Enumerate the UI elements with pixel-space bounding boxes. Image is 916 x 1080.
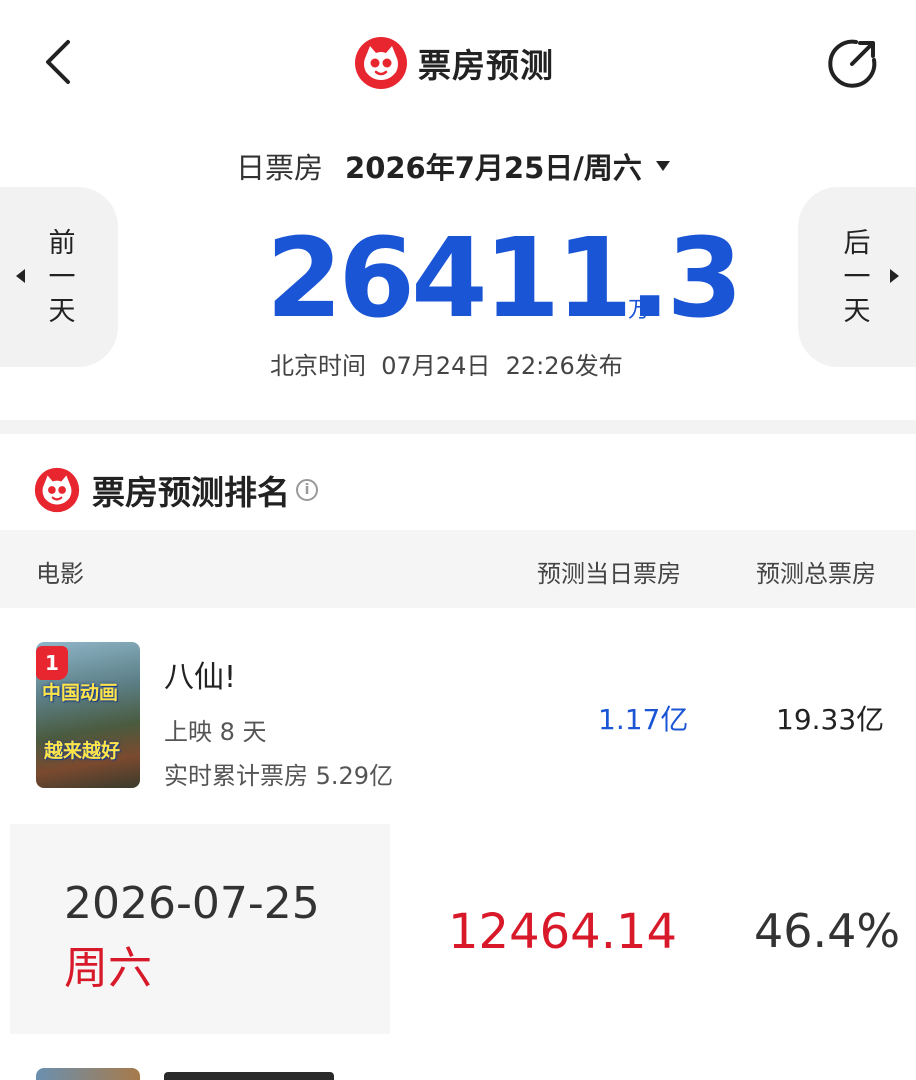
table-row[interactable]: 中国动画 越来越好 1 八仙! 上映 8 天 实时累计票房 5.29亿 1.17… [0,608,916,808]
page-title: 票房预测 [418,46,554,85]
column-header-predicted-total[interactable]: 预测总票房 [756,554,876,589]
prediction-percent: 46.4% [754,904,901,958]
prediction-card: 2026-07-25 周六 12464.14 46.4% [10,824,916,1034]
back-button[interactable] [38,36,82,88]
maoyan-cat-logo-icon [34,467,80,513]
caret-left-icon [16,269,25,283]
caret-right-icon [890,269,899,283]
selected-date: 2026年7月25日/周六 [345,151,642,185]
next-movie-poster-peek[interactable] [36,1068,140,1080]
movie-title: 八仙! [164,660,237,695]
day-label-char: 天 [48,296,76,327]
ranking-title: 票房预测排名 [92,473,290,512]
date-selector[interactable]: 日票房 2026年7月25日/周六 [236,143,670,189]
box-office-unit: 万 [628,298,651,323]
poster-text: 中国动画 [42,682,119,704]
day-label-char: 一 [48,262,76,293]
table-header: 电影 预测当日票房 预测总票房 [0,530,916,608]
share-icon [828,39,877,88]
prev-day-button[interactable]: 前一天 [0,187,118,367]
cumulative-box-office: 实时累计票房 5.29亿 [164,762,394,790]
prediction-weekday: 周六 [64,943,152,994]
release-days: 上映 8 天 [164,718,267,746]
next-movie-title-peek [164,1072,334,1080]
info-icon[interactable]: i [296,479,318,501]
share-button[interactable] [826,36,880,90]
prediction-amount: 12464.14 [448,904,678,960]
predicted-day-value: 1.17亿 [598,703,689,736]
date-type-label: 日票房 [236,151,324,185]
column-header-movie: 电影 [36,560,84,588]
publish-date: 07月24日 [381,352,491,380]
next-day-label: 后一天 [837,227,877,329]
rank-badge: 1 [36,646,68,680]
day-label-char: 天 [843,296,871,327]
brand: 票房预测 [354,36,554,90]
predicted-total-value: 19.33亿 [776,703,885,736]
section-divider [0,420,916,434]
ranking-header: 票房预测排名 i [34,462,318,518]
next-day-button[interactable]: 后一天 [798,187,916,367]
publish-time: 22:26发布 [505,352,623,380]
caret-down-icon [655,161,670,171]
column-header-predicted-day[interactable]: 预测当日票房 [537,554,681,589]
chevron-left-icon [46,40,70,84]
top-bar: 票房预测 [0,0,916,120]
publish-info: 北京时间 07月24日 22:26发布 [270,346,623,381]
prev-day-label: 前一天 [42,227,82,329]
poster-text: 越来越好 [44,740,121,762]
day-label-char: 一 [843,262,871,293]
publish-prefix: 北京时间 [270,352,366,380]
prediction-date: 2026-07-25 [64,878,320,929]
day-label-char: 后 [843,228,871,259]
box-office-total: 26411.3 [266,214,743,342]
day-label-char: 前 [48,228,76,259]
maoyan-cat-logo-icon [355,37,407,89]
